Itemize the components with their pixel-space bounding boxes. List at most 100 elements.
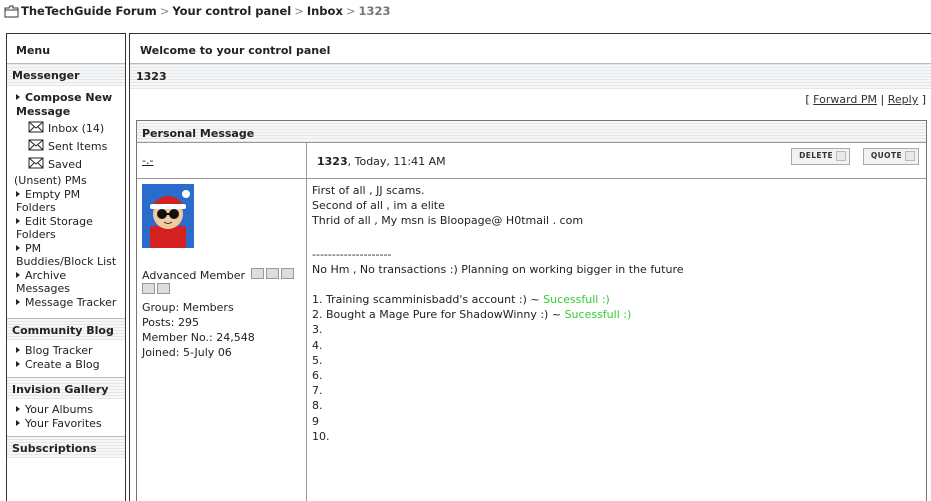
archive-messages-label: Archive Messages: [16, 268, 70, 296]
message-line: Second of all , im a elite: [312, 199, 445, 213]
list-item: 10.: [312, 429, 330, 443]
unsent-pms-link[interactable]: (Unsent) PMs: [14, 174, 121, 188]
breadcrumb-forum-link[interactable]: TheTechGuide Forum: [21, 4, 157, 18]
arrow-icon: [16, 94, 20, 100]
compose-new-message-link[interactable]: Compose New Message: [16, 91, 121, 118]
arrow-icon: [16, 347, 20, 353]
author-profile: Advanced Member Group: Members Posts: 29…: [137, 179, 307, 501]
reply-link[interactable]: Reply: [888, 93, 918, 106]
rank-pip-icon: [157, 283, 170, 294]
envelope-icon: [28, 156, 44, 174]
inbox-label: Inbox (14): [48, 122, 105, 136]
create-blog-link[interactable]: Create a Blog: [16, 358, 121, 372]
envelope-icon: [28, 138, 44, 156]
folder-icon: [4, 5, 19, 21]
message-meta: 1323, Today, 11:41 AM DELETE QUOTE: [307, 143, 926, 178]
envelope-icon: [28, 120, 44, 138]
saved-label: Saved: [48, 158, 82, 172]
list-item: 1. Training scamminisbadd's account :) ~…: [312, 292, 926, 307]
message-body-row: Advanced Member Group: Members Posts: 29…: [137, 179, 926, 501]
edit-storage-label: Edit Storage Folders: [16, 214, 93, 242]
messenger-heading: Messenger: [7, 64, 125, 86]
saved-link[interactable]: Saved: [16, 156, 121, 174]
forward-pm-link[interactable]: Forward PM: [813, 93, 877, 106]
breadcrumb-control-panel-link[interactable]: Your control panel: [172, 4, 291, 18]
quote-button-label: QUOTE: [870, 151, 902, 160]
delete-button-label: DELETE: [799, 151, 833, 160]
success-text: Sucessfull :): [564, 308, 632, 322]
pm-actions: [ Forward PM | Reply ]: [130, 89, 931, 111]
inbox-link[interactable]: Inbox (14): [16, 120, 121, 138]
sent-items-link[interactable]: Sent Items: [16, 138, 121, 156]
rank-pip-icon: [280, 268, 294, 279]
author-link[interactable]: -.-: [142, 154, 153, 167]
rank-pip-icon: [142, 283, 155, 294]
sent-items-label: Sent Items: [48, 140, 108, 154]
list-item: 6.: [312, 369, 323, 383]
community-blog-heading: Community Blog: [7, 318, 125, 340]
arrow-icon: [16, 190, 20, 197]
member-joined: Joined: 5-July 06: [142, 346, 232, 359]
message-tracker-link[interactable]: Message Tracker: [16, 296, 121, 310]
list-item: 2. Bought a Mage Pure for ShadowWinny :)…: [312, 307, 926, 322]
empty-pm-folders-link[interactable]: Empty PM Folders: [16, 188, 121, 215]
archive-messages-link[interactable]: Archive Messages: [16, 269, 121, 296]
message-tracker-label: Message Tracker: [25, 295, 117, 309]
bracket-open: [: [805, 93, 810, 106]
rank-pip-icon: [265, 268, 279, 279]
plus-icon: [836, 151, 846, 161]
blog-tracker-label: Blog Tracker: [25, 344, 93, 357]
member-rank-label: Advanced Member: [142, 269, 246, 282]
arrow-icon: [16, 360, 20, 367]
your-favorites-link[interactable]: Your Favorites: [16, 417, 121, 431]
arrow-icon: [16, 298, 20, 305]
pm-buddies-label: PM Buddies/Block List: [16, 241, 117, 269]
main-panel: Welcome to your control panel 1323 [ For…: [129, 33, 931, 501]
subscriptions-heading: Subscriptions: [7, 436, 125, 458]
message-header-row: -.- 1323, Today, 11:41 AM DELETE QUOTE: [137, 143, 926, 179]
message-line: First of all , JJ scams.: [312, 184, 425, 197]
blog-tracker-link[interactable]: Blog Tracker: [16, 344, 121, 358]
empty-pm-folders-label: Empty PM Folders: [16, 187, 81, 215]
message-line: No Hm , No transactions :) Planning on w…: [312, 262, 684, 276]
avatar[interactable]: [142, 184, 194, 248]
member-posts: Posts: 295: [142, 316, 199, 329]
your-favorites-label: Your Favorites: [25, 416, 102, 430]
arrow-icon: [16, 217, 20, 224]
arrow-icon: [16, 244, 20, 251]
list-item-text: 2. Bought a Mage Pure for ShadowWinny :)…: [312, 308, 562, 322]
message-line: Thrid of all , My msn is Bloopage@ H0tma…: [312, 214, 584, 228]
arrow-icon: [16, 406, 20, 412]
list-item-text: 1. Training scamminisbadd's account :) ~: [312, 293, 540, 307]
delete-button[interactable]: DELETE: [791, 148, 850, 165]
bracket-close: ]: [921, 93, 926, 106]
personal-message-heading: Personal Message: [137, 121, 926, 143]
list-item: 4.: [312, 338, 323, 352]
message-divider: --------------------: [312, 247, 392, 261]
welcome-title: Welcome to your control panel: [130, 34, 931, 64]
pm-buddies-link[interactable]: PM Buddies/Block List: [16, 242, 121, 269]
your-albums-link[interactable]: Your Albums: [16, 403, 121, 417]
list-item: 7.: [312, 384, 323, 398]
author-cell: -.-: [137, 143, 307, 178]
breadcrumb-inbox-link[interactable]: Inbox: [307, 4, 343, 18]
breadcrumb-separator: >: [159, 4, 170, 18]
edit-storage-folders-link[interactable]: Edit Storage Folders: [16, 215, 121, 242]
arrow-icon: [16, 271, 20, 278]
your-albums-label: Your Albums: [25, 403, 93, 416]
arrow-icon: [16, 419, 20, 426]
quote-button[interactable]: QUOTE: [862, 148, 919, 165]
invision-gallery-heading: Invision Gallery: [7, 377, 125, 399]
compose-label: Compose New Message: [16, 91, 113, 118]
breadcrumb-separator: >: [294, 4, 304, 18]
list-item: 3.: [312, 323, 323, 337]
gallery-section: Your Albums Your Favorites: [7, 399, 125, 434]
list-item: 9: [312, 414, 319, 428]
message-id: 1323: [317, 155, 348, 168]
member-rank: Advanced Member: [142, 268, 306, 283]
sidebar-menu: Menu Messenger Compose New Message Inbox…: [6, 33, 126, 501]
breadcrumb: TheTechGuide Forum > Your control panel > In…: [4, 4, 391, 20]
member-number: Member No.: 24,548: [142, 331, 255, 344]
message-body: First of all , JJ scams. Second of all ,…: [307, 179, 926, 501]
list-item: 8.: [312, 399, 323, 413]
